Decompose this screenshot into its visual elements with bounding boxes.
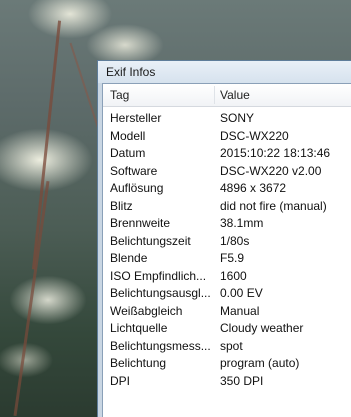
- row-tag: Modell: [110, 128, 146, 143]
- table-row[interactable]: ISO Empfindlich... 1600: [103, 268, 351, 286]
- table-row[interactable]: Modell DSC-WX220: [103, 128, 351, 146]
- exif-window: Exif Infos Tag Value Hersteller SONY Model…: [97, 60, 351, 417]
- row-tag: Belichtungsmess...: [110, 338, 211, 353]
- table-row[interactable]: Brennweite 38.1mm: [103, 215, 351, 233]
- row-tag: Belichtungsausgl...: [110, 286, 211, 300]
- table-row[interactable]: Datum 2015:10:22 18:13:46: [103, 145, 351, 163]
- row-value: 350 DPI: [220, 373, 264, 388]
- row-tag: Blende: [110, 251, 148, 265]
- row-value: 4896 x 3672: [220, 181, 287, 195]
- row-value: Cloudy weather: [220, 321, 304, 335]
- row-value: 2015:10:22 18:13:46: [220, 146, 331, 160]
- table-row[interactable]: Weißabgleich Manual: [103, 303, 351, 321]
- table-row[interactable]: Belichtungsausgl... 0.00 EV: [103, 285, 351, 303]
- table-row[interactable]: Hersteller SONY: [103, 110, 351, 128]
- row-value: Manual: [220, 303, 260, 318]
- row-value: DSC-WX220 v2.00: [220, 163, 322, 178]
- row-tag: Brennweite: [110, 216, 171, 230]
- row-tag: Auflösung: [110, 181, 164, 195]
- column-header-value[interactable]: Value: [220, 84, 250, 106]
- row-tag: DPI: [110, 373, 131, 388]
- row-value: program (auto): [220, 356, 300, 370]
- row-tag: Datum: [110, 146, 146, 160]
- table-row[interactable]: Lichtquelle Cloudy weather: [103, 320, 351, 338]
- table-row[interactable]: Auflösung 4896 x 3672: [103, 180, 351, 198]
- table-body: Hersteller SONY Modell DSC-WX220 Datum 2015:1…: [103, 110, 351, 390]
- table-header: Tag Value: [103, 84, 351, 107]
- table-row[interactable]: Belichtung program (auto): [103, 355, 351, 373]
- row-tag: Belichtungszeit: [110, 233, 191, 248]
- table-row[interactable]: Blende F5.9: [103, 250, 351, 268]
- row-value: 1/80s: [220, 233, 250, 248]
- row-tag: Hersteller: [110, 111, 162, 125]
- column-divider[interactable]: [214, 86, 215, 104]
- row-value: DSC-WX220: [220, 128, 289, 143]
- column-header-tag[interactable]: Tag: [110, 84, 129, 106]
- row-value: 38.1mm: [220, 216, 264, 230]
- row-tag: Lichtquelle: [110, 321, 168, 335]
- row-tag: Weißabgleich: [110, 303, 183, 318]
- row-tag: Software: [110, 163, 158, 178]
- row-value: spot: [220, 338, 243, 353]
- row-value: 0.00 EV: [220, 286, 263, 300]
- exif-table: Tag Value Hersteller SONY Modell DSC-WX220 D…: [102, 83, 351, 417]
- window-title[interactable]: Exif Infos: [98, 61, 351, 83]
- row-tag: Belichtung: [110, 356, 167, 370]
- row-value: SONY: [220, 111, 255, 125]
- table-row[interactable]: Belichtungsmess... spot: [103, 338, 351, 356]
- table-row[interactable]: Blitz did not fire (manual): [103, 198, 351, 216]
- table-row[interactable]: Belichtungszeit 1/80s: [103, 233, 351, 251]
- row-value: 1600: [220, 268, 247, 283]
- row-value: F5.9: [220, 251, 245, 265]
- row-tag: ISO Empfindlich...: [110, 268, 207, 283]
- table-row[interactable]: DPI 350 DPI: [103, 373, 351, 391]
- row-value: did not fire (manual): [220, 198, 327, 213]
- row-tag: Blitz: [110, 198, 133, 213]
- table-row[interactable]: Software DSC-WX220 v2.00: [103, 163, 351, 181]
